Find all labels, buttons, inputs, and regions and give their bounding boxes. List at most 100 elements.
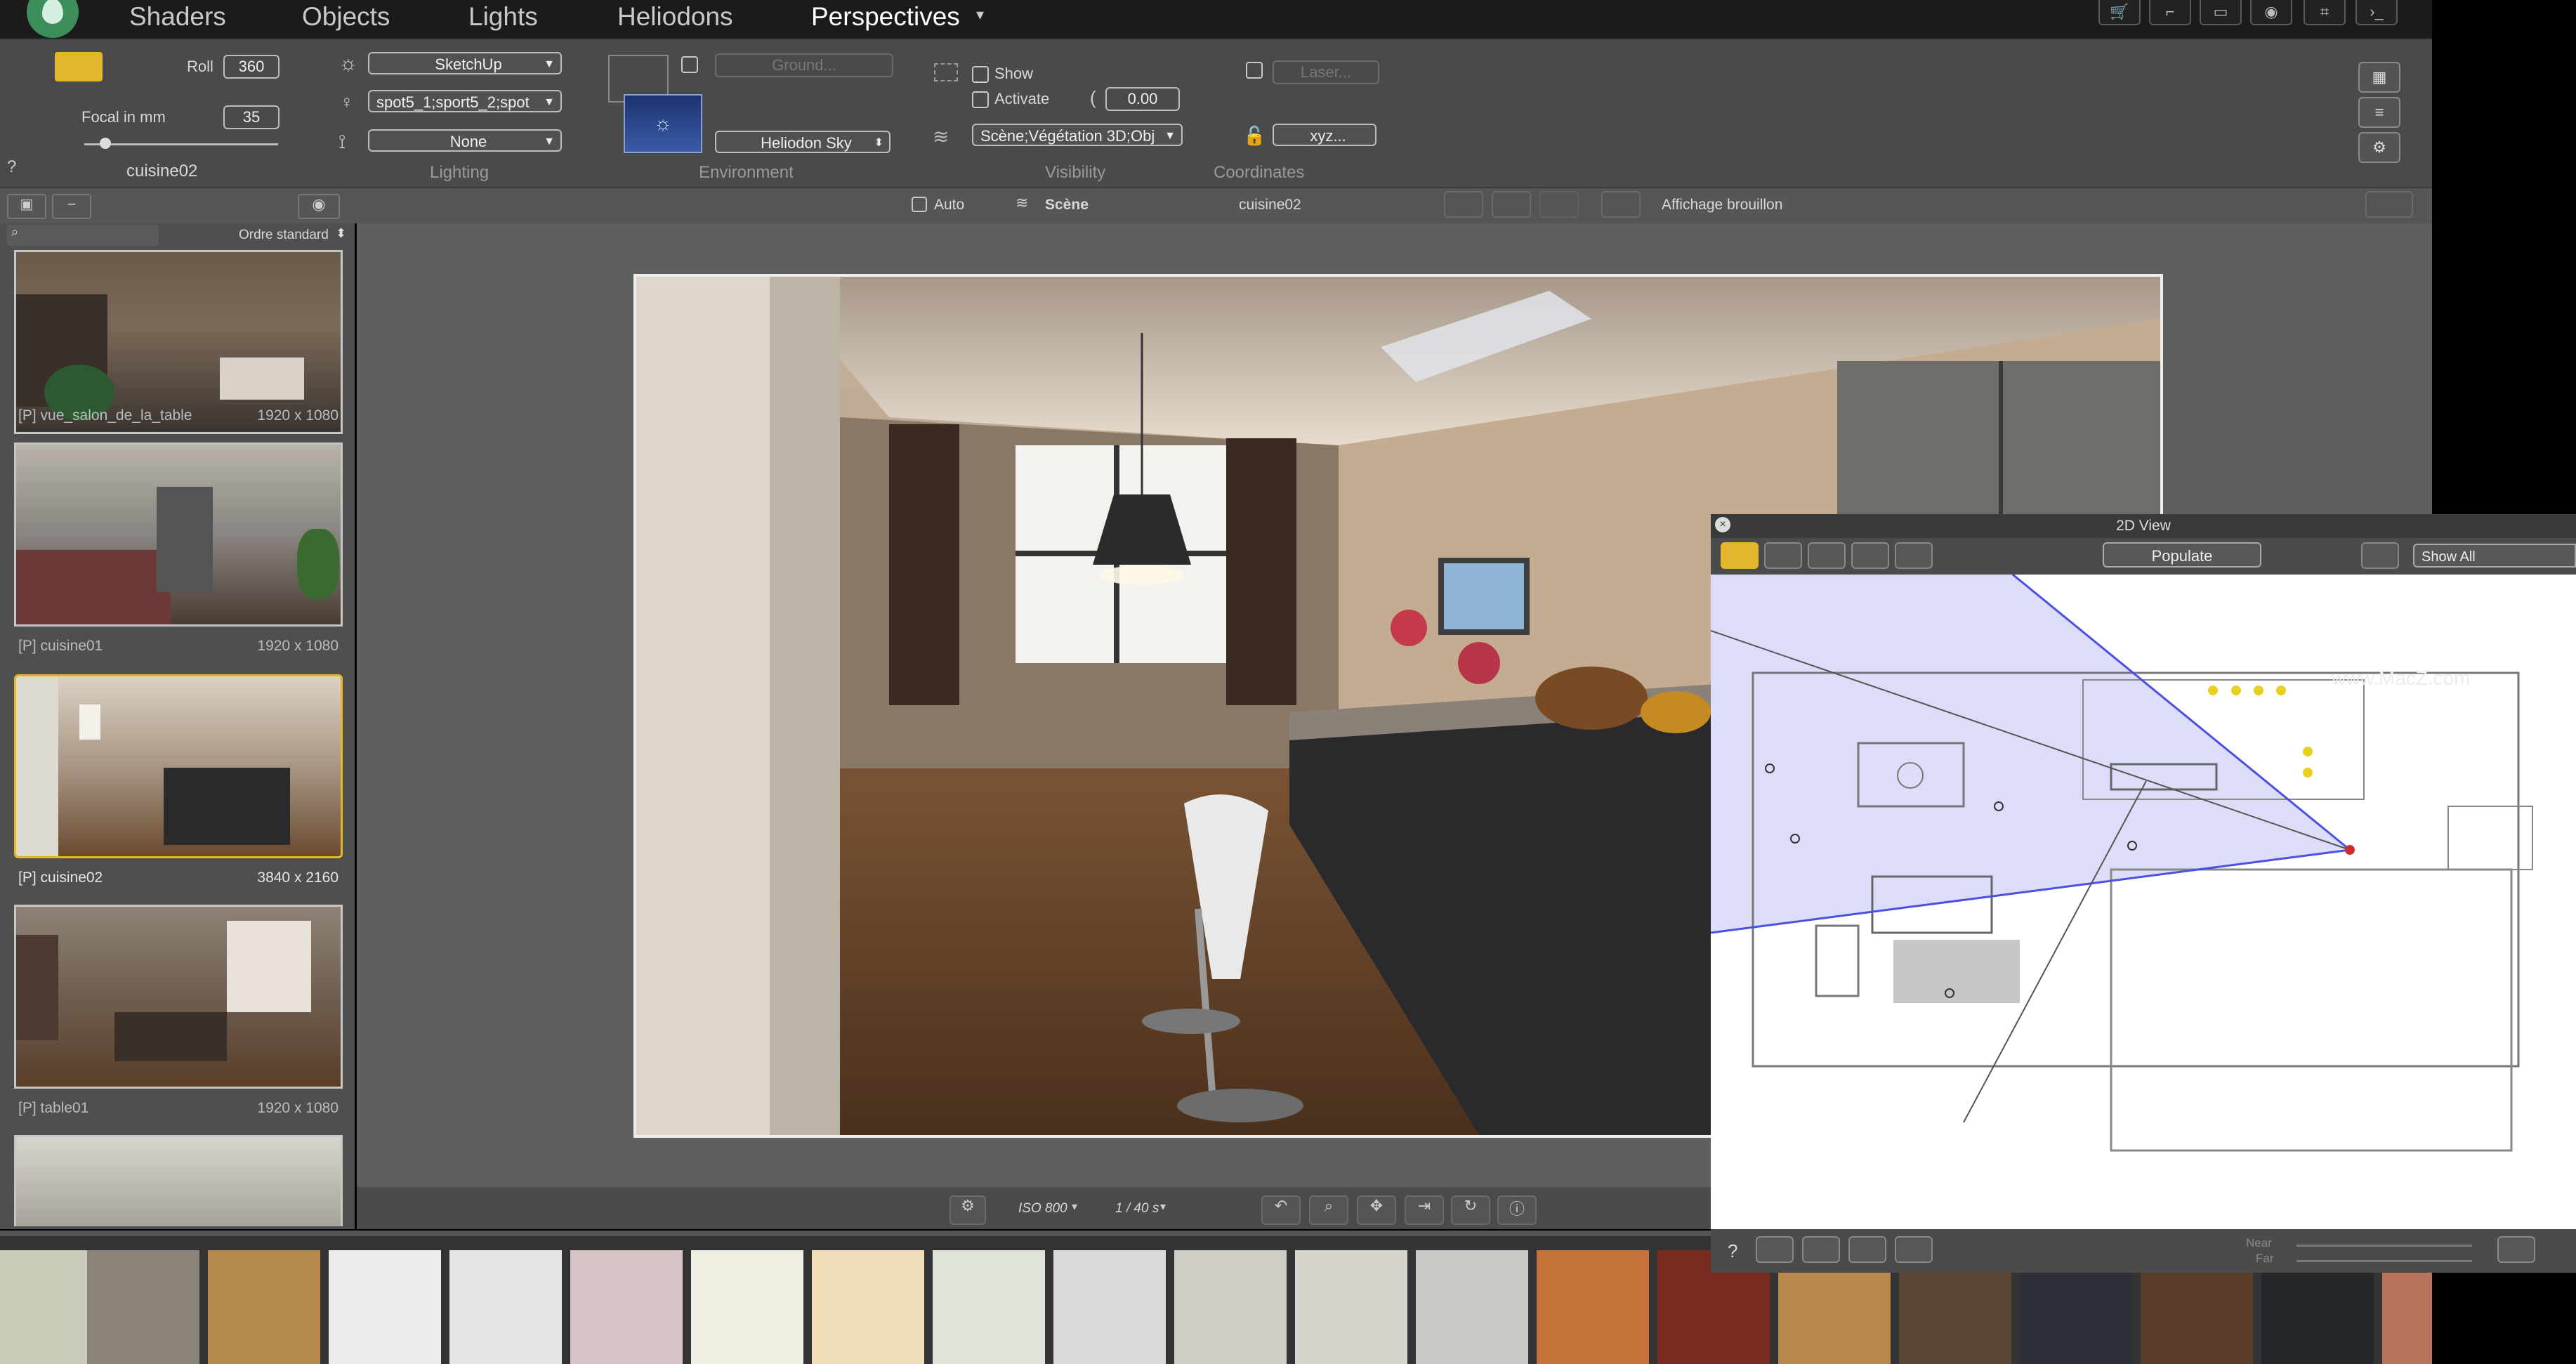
chevron-updown-icon: ⬍ xyxy=(874,137,883,149)
material-swatch[interactable] xyxy=(691,1250,803,1364)
undo-view-icon[interactable]: ↶ xyxy=(1261,1195,1301,1225)
chevron-down-icon: ▼ xyxy=(544,136,555,147)
menu-heliodons[interactable]: Heliodons xyxy=(617,0,733,34)
rotate-icon[interactable] xyxy=(1895,1236,1933,1263)
help-icon[interactable]: ? xyxy=(7,157,16,177)
add-camera-icon[interactable]: ▣ xyxy=(7,194,46,219)
menu-objects[interactable]: Objects xyxy=(302,0,390,34)
crop-icon[interactable]: ⌐ xyxy=(2149,0,2191,25)
visibility-value-input[interactable]: 0.00 xyxy=(1105,87,1180,111)
close-icon[interactable]: × xyxy=(1715,517,1730,532)
section-view-icon[interactable] xyxy=(1851,542,1889,569)
material-swatch[interactable] xyxy=(87,1250,199,1364)
chevron-updown-icon: ⬍ xyxy=(336,226,347,240)
fit-view-icon[interactable] xyxy=(1444,191,1483,218)
pan-icon[interactable]: ✥ xyxy=(1357,1195,1396,1225)
far-label: Far xyxy=(2256,1252,2274,1265)
sun-source-select[interactable]: SketchUp ▼ xyxy=(368,52,562,74)
material-swatch[interactable] xyxy=(570,1250,683,1364)
house-view-icon[interactable] xyxy=(1764,542,1802,569)
color-tools-icon[interactable]: ≡ xyxy=(2358,97,2400,128)
plan-view-icon[interactable] xyxy=(1721,542,1759,569)
menu-perspectives[interactable]: Perspectives xyxy=(811,0,960,34)
ground-checkbox[interactable] xyxy=(681,56,698,73)
camera-type-icon[interactable] xyxy=(55,52,103,81)
xyz-value: xyz... xyxy=(1310,127,1346,145)
thumbnail-vue-salon[interactable] xyxy=(14,250,343,434)
material-swatch[interactable] xyxy=(1416,1250,1528,1364)
xyz-field[interactable]: xyz... xyxy=(1273,124,1376,146)
thumbnail-table01[interactable] xyxy=(14,905,343,1089)
info-icon[interactable]: ⓘ xyxy=(1497,1195,1537,1225)
camera-icon[interactable]: ◉ xyxy=(2250,0,2292,25)
roll-input[interactable]: 360 xyxy=(223,55,280,79)
range-icon: ( xyxy=(1090,87,1096,108)
zoom-icon[interactable]: ⌕ xyxy=(1309,1195,1348,1225)
undo-view-icon[interactable] xyxy=(1756,1236,1794,1263)
material-swatch[interactable] xyxy=(933,1250,1045,1364)
populate-button[interactable]: Populate xyxy=(2103,542,2261,568)
focal-slider[interactable] xyxy=(84,143,278,145)
perspectives-dropdown-icon[interactable]: ▾ xyxy=(976,6,984,24)
material-swatch[interactable] xyxy=(812,1250,924,1364)
layers-select[interactable]: Scène;Végétation 3D;Obj ▼ xyxy=(972,124,1183,146)
path-icon[interactable] xyxy=(2361,542,2399,569)
material-swatch[interactable] xyxy=(1053,1250,1166,1364)
toggle-panel-icon[interactable] xyxy=(2365,191,2413,218)
show-checkbox[interactable] xyxy=(972,66,989,83)
export-icon[interactable] xyxy=(2497,1236,2535,1263)
environment-sky-icon[interactable]: ☼ xyxy=(624,94,702,153)
zoom-icon[interactable] xyxy=(1802,1236,1840,1263)
thumbnail-resolution: 1920 x 1080 xyxy=(257,638,339,654)
far-slider[interactable] xyxy=(2296,1260,2472,1262)
frame-icon[interactable]: ⌗ xyxy=(2304,0,2346,25)
eye-icon[interactable]: ◉ xyxy=(298,194,340,219)
material-swatch[interactable] xyxy=(1295,1250,1407,1364)
spots-select[interactable]: spot5_1;sport5_2;spot ▼ xyxy=(368,90,562,112)
lock-icon[interactable]: 🔓 xyxy=(1243,125,1266,147)
menu-shaders[interactable]: Shaders xyxy=(129,0,226,34)
sky-select[interactable]: Heliodon Sky ⬍ xyxy=(715,131,891,153)
material-swatch[interactable] xyxy=(208,1250,320,1364)
thumbnail-partial[interactable] xyxy=(14,1135,343,1226)
split-view-icon[interactable] xyxy=(1539,191,1579,218)
search-input[interactable] xyxy=(7,225,159,246)
remove-camera-icon[interactable]: − xyxy=(52,194,91,219)
thumbnail-cuisine01[interactable] xyxy=(14,442,343,627)
focal-slider-handle[interactable] xyxy=(100,138,111,149)
view-2d-bottom-bar xyxy=(1711,1229,2576,1273)
pan-icon[interactable] xyxy=(1848,1236,1886,1263)
material-swatch[interactable] xyxy=(1537,1250,1649,1364)
walk-icon[interactable]: ⇥ xyxy=(1405,1195,1444,1225)
laser-field[interactable]: Laser... xyxy=(1273,60,1379,84)
frame-view-icon[interactable] xyxy=(1492,191,1531,218)
cart-icon[interactable]: 🛒 xyxy=(2098,0,2141,25)
view-2d-help-icon[interactable]: ? xyxy=(1728,1240,1737,1262)
terminal-icon[interactable]: ›_ xyxy=(2355,0,2398,25)
roof-view-icon[interactable] xyxy=(1895,542,1933,569)
gear-icon[interactable]: ⚙ xyxy=(2358,132,2400,163)
sort-select[interactable]: Ordre standard xyxy=(239,228,329,243)
activate-checkbox[interactable] xyxy=(972,91,989,108)
material-swatch[interactable] xyxy=(329,1250,441,1364)
orbit-icon[interactable]: ↻ xyxy=(1451,1195,1490,1225)
auto-checkbox[interactable] xyxy=(912,197,927,212)
focal-input[interactable]: 35 xyxy=(223,105,280,129)
iso-select[interactable]: ISO 800 xyxy=(1018,1201,1067,1217)
ground-field[interactable]: Ground... xyxy=(715,53,893,77)
shutter-select[interactable]: 1 / 40 s xyxy=(1115,1201,1159,1217)
camera-settings-gear-icon[interactable]: ⚙ xyxy=(949,1195,986,1225)
windows-icon[interactable]: ▭ xyxy=(2200,0,2242,25)
shadow-select[interactable]: None ▼ xyxy=(368,129,562,152)
near-slider[interactable] xyxy=(2296,1245,2472,1247)
material-swatch[interactable] xyxy=(1174,1250,1287,1364)
material-swatch[interactable] xyxy=(449,1250,562,1364)
draft-display-icon[interactable] xyxy=(1601,191,1641,218)
laser-checkbox[interactable] xyxy=(1246,62,1263,79)
show-filter-select[interactable]: Show All xyxy=(2413,544,2576,568)
floor-view-icon[interactable] xyxy=(1808,542,1846,569)
render-settings-icon[interactable]: ▦ xyxy=(2358,62,2400,93)
menu-lights[interactable]: Lights xyxy=(468,0,538,34)
chevron-down-icon: ▼ xyxy=(1164,130,1176,142)
thumbnail-cuisine02[interactable] xyxy=(14,674,343,858)
